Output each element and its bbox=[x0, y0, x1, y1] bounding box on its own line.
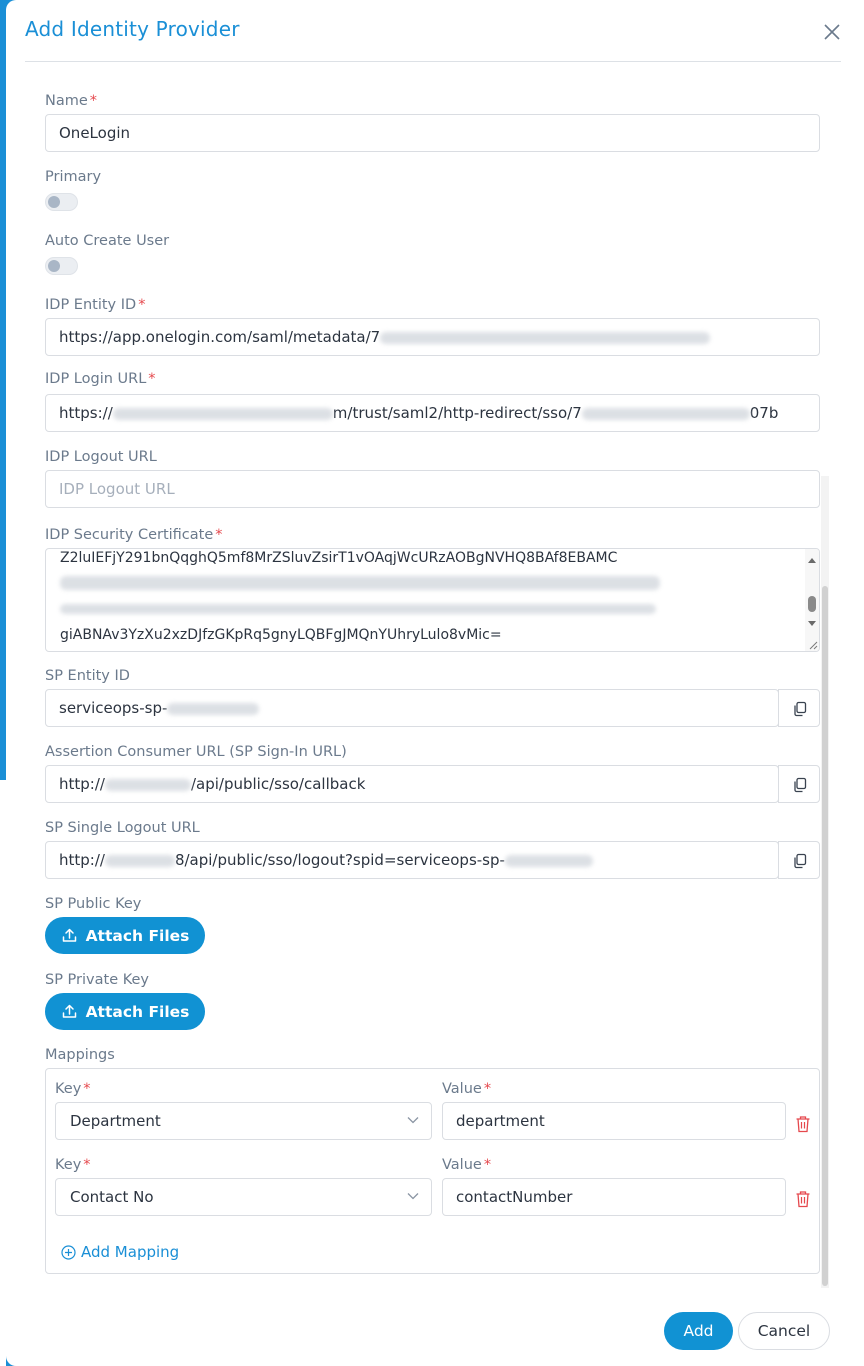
mapping-value-label: Value * bbox=[442, 1081, 492, 1097]
sp-entity-id-input[interactable]: serviceops-sp- bbox=[45, 689, 779, 727]
upload-icon bbox=[62, 928, 76, 942]
mappings-panel: Key * Value * Department department Key * V… bbox=[45, 1068, 820, 1274]
sp-entity-id-label: SP Entity ID bbox=[45, 668, 130, 684]
chevron-down-icon bbox=[407, 1117, 419, 1124]
toggle-knob bbox=[48, 260, 60, 272]
plus-circle-icon bbox=[61, 1244, 76, 1260]
textarea-scrollbar-thumb[interactable] bbox=[808, 596, 816, 612]
idp-entity-id-input[interactable]: https://app.onelogin.com/saml/metadata/7 bbox=[45, 318, 820, 356]
dialog-scrollbar-thumb[interactable] bbox=[822, 586, 828, 1286]
required-marker: * bbox=[483, 1081, 492, 1097]
required-marker: * bbox=[83, 1157, 91, 1173]
idp-security-certificate-textarea[interactable]: Z2luIEFjY291bnQqghQ5mf8MrZSluvZsirT1vOAq… bbox=[45, 548, 820, 652]
redacted-text bbox=[504, 854, 593, 867]
required-marker: * bbox=[148, 371, 156, 387]
mapping-value-input[interactable]: department bbox=[442, 1102, 786, 1140]
redacted-text bbox=[167, 702, 260, 715]
copy-assertion-consumer-url-button[interactable] bbox=[778, 765, 820, 803]
idp-login-url-input[interactable]: https://m/trust/saml2/http-redirect/sso/… bbox=[45, 394, 820, 432]
trash-icon[interactable] bbox=[795, 1115, 811, 1133]
sp-private-key-attach-button[interactable]: Attach Files bbox=[45, 993, 205, 1030]
required-marker: * bbox=[89, 93, 98, 109]
required-marker: * bbox=[215, 527, 223, 543]
primary-label: Primary bbox=[45, 169, 102, 185]
auto-create-user-label: Auto Create User bbox=[45, 233, 170, 249]
close-button[interactable] bbox=[820, 20, 844, 44]
primary-toggle[interactable] bbox=[45, 193, 78, 211]
mappings-label: Mappings bbox=[45, 1047, 115, 1063]
copy-sp-single-logout-url-button[interactable] bbox=[778, 841, 820, 879]
mapping-value-input[interactable]: contactNumber bbox=[442, 1178, 786, 1216]
idp-entity-id-label: IDP Entity ID * bbox=[45, 297, 146, 313]
copy-icon bbox=[794, 777, 807, 793]
assertion-consumer-url-input[interactable]: http:///api/public/sso/callback bbox=[45, 765, 779, 803]
certificate-line-redacted bbox=[60, 601, 656, 617]
mapping-value-label: Value * bbox=[442, 1157, 492, 1173]
sp-public-key-attach-button[interactable]: Attach Files bbox=[45, 917, 205, 954]
dialog-header: Add Identity Provider bbox=[25, 0, 841, 62]
mapping-key-select[interactable]: Department bbox=[55, 1102, 432, 1140]
redacted-text bbox=[380, 331, 711, 344]
redacted-text bbox=[112, 407, 333, 420]
add-identity-provider-dialog: Add Identity Provider Name * OneLogin Pri… bbox=[6, 0, 864, 1366]
sp-private-key-label: SP Private Key bbox=[45, 972, 150, 988]
toggle-knob bbox=[48, 196, 60, 208]
mapping-key-label: Key * bbox=[55, 1081, 91, 1097]
name-label: Name * bbox=[45, 93, 98, 109]
upload-icon bbox=[62, 1004, 76, 1018]
auto-create-user-toggle[interactable] bbox=[45, 257, 78, 275]
idp-logout-url-label: IDP Logout URL bbox=[45, 449, 157, 465]
assertion-consumer-url-label: Assertion Consumer URL (SP Sign-In URL) bbox=[45, 744, 347, 760]
sp-single-logout-url-input[interactable]: http://8/api/public/sso/logout?spid=serv… bbox=[45, 841, 779, 879]
mapping-key-select[interactable]: Contact No bbox=[55, 1178, 432, 1216]
add-button[interactable]: Add bbox=[664, 1312, 733, 1350]
copy-sp-entity-id-button[interactable] bbox=[778, 689, 820, 727]
idp-login-url-label: IDP Login URL * bbox=[45, 371, 156, 387]
required-marker: * bbox=[138, 297, 146, 313]
trash-icon[interactable] bbox=[795, 1190, 811, 1208]
scroll-up-icon[interactable] bbox=[808, 558, 816, 563]
scroll-down-icon[interactable] bbox=[808, 621, 816, 626]
redacted-text bbox=[104, 854, 175, 867]
dialog-title: Add Identity Provider bbox=[25, 17, 240, 41]
name-input[interactable]: OneLogin bbox=[45, 114, 820, 152]
idp-security-certificate-label: IDP Security Certificate * bbox=[45, 527, 223, 543]
close-icon bbox=[824, 24, 840, 40]
cancel-button[interactable]: Cancel bbox=[738, 1312, 830, 1350]
redacted-text bbox=[104, 778, 191, 791]
add-mapping-link[interactable]: Add Mapping bbox=[61, 1243, 179, 1261]
certificate-line: giABNAv3YzXu2xzDJfzGKpRq5gnyLQBFgJMQnYUh… bbox=[60, 627, 502, 643]
idp-logout-url-input[interactable]: IDP Logout URL bbox=[45, 470, 820, 508]
required-marker: * bbox=[83, 1081, 91, 1097]
required-marker: * bbox=[483, 1157, 492, 1173]
mapping-key-label: Key * bbox=[55, 1157, 91, 1173]
copy-icon bbox=[794, 853, 807, 869]
chevron-down-icon bbox=[407, 1193, 419, 1200]
sp-single-logout-url-label: SP Single Logout URL bbox=[45, 820, 200, 836]
certificate-line-redacted bbox=[60, 575, 660, 591]
sp-public-key-label: SP Public Key bbox=[45, 896, 142, 912]
resize-handle-icon[interactable] bbox=[806, 638, 818, 650]
certificate-line: Z2luIEFjY291bnQqghQ5mf8MrZSluvZsirT1vOAq… bbox=[60, 550, 618, 566]
textarea-scrollbar[interactable] bbox=[805, 549, 819, 651]
copy-icon bbox=[794, 701, 807, 717]
redacted-text bbox=[581, 407, 750, 420]
